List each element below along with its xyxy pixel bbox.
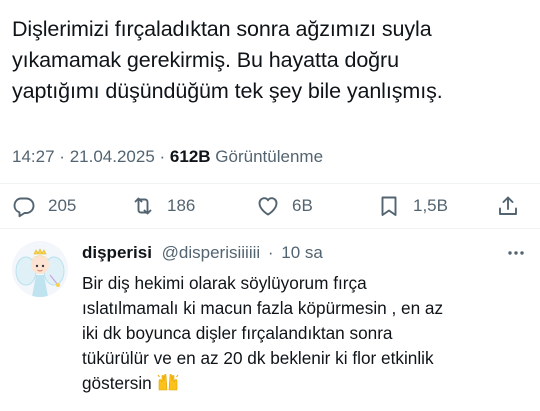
meta-separator: · bbox=[159, 147, 166, 166]
reply-tweet[interactable]: dişperisi @disperisiiiiii · 10 sa Bir di… bbox=[0, 229, 540, 411]
reply-line: göstersin bbox=[82, 373, 152, 393]
reply-line: Bir diş hekimi olarak söylüyorum fırça bbox=[82, 273, 367, 293]
meta-separator: · bbox=[59, 147, 65, 166]
reply-header: dişperisi @disperisiiiiii · 10 sa bbox=[82, 243, 323, 263]
avatar[interactable] bbox=[12, 241, 68, 297]
tweet-text: Dişlerimizi fırçaladıktan sonra ağzımızı… bbox=[12, 14, 527, 107]
reply-text: Bir diş hekimi olarak söylüyorum fırça ı… bbox=[82, 271, 527, 396]
tooth-fairy-icon bbox=[12, 241, 68, 297]
raising-hands-icon bbox=[157, 373, 179, 391]
action-bar: 205 186 6B 1,5B bbox=[0, 186, 540, 226]
header-separator: · bbox=[267, 243, 274, 262]
reply-line-last: göstersin bbox=[82, 371, 527, 396]
tweet-line: yaptığımı düşündüğüm tek şey bile yanlış… bbox=[12, 79, 443, 103]
repost-count: 186 bbox=[167, 196, 196, 215]
tweet-time[interactable]: 14:27 bbox=[12, 147, 55, 166]
reply-button[interactable]: 205 bbox=[12, 186, 76, 226]
reply-line: iki dk boyunca dişler fırçalandıktan son… bbox=[82, 323, 393, 343]
more-button[interactable] bbox=[506, 243, 526, 263]
tweet-line: yıkamamak gerekirmiş. Bu hayatta doğru bbox=[12, 48, 399, 72]
bookmark-count: 1,5B bbox=[413, 196, 448, 215]
views-count: 612B bbox=[169, 147, 211, 166]
reply-line: tükürülür ve en az 20 dk beklenir ki flo… bbox=[82, 348, 434, 368]
bookmark-button[interactable]: 1,5B bbox=[377, 186, 448, 226]
repost-icon bbox=[134, 197, 152, 215]
tweet-date[interactable]: 21.04.2025 bbox=[70, 147, 155, 166]
divider bbox=[0, 183, 540, 184]
share-icon bbox=[499, 196, 517, 215]
share-button[interactable] bbox=[496, 186, 520, 226]
reply-line: ıslatılmamalı ki macun fazla köpürmesin … bbox=[82, 298, 444, 318]
like-button[interactable]: 6B bbox=[256, 186, 313, 226]
handle[interactable]: @disperisiiiiii bbox=[162, 243, 261, 262]
like-count: 6B bbox=[292, 196, 313, 215]
reply-icon bbox=[13, 197, 35, 218]
more-icon bbox=[508, 251, 524, 255]
tweet-line: Dişlerimizi fırçaladıktan sonra ağzımızı… bbox=[12, 17, 432, 41]
views-label: Görüntülenme bbox=[215, 147, 324, 166]
heart-icon bbox=[258, 197, 278, 216]
bookmark-icon bbox=[381, 196, 397, 216]
tweet-meta: 14:27 · 21.04.2025 · 612B Görüntülenme bbox=[12, 147, 323, 167]
time-ago[interactable]: 10 sa bbox=[281, 243, 323, 262]
reply-count: 205 bbox=[48, 196, 77, 215]
display-name[interactable]: dişperisi bbox=[82, 243, 152, 262]
repost-button[interactable]: 186 bbox=[131, 186, 195, 226]
